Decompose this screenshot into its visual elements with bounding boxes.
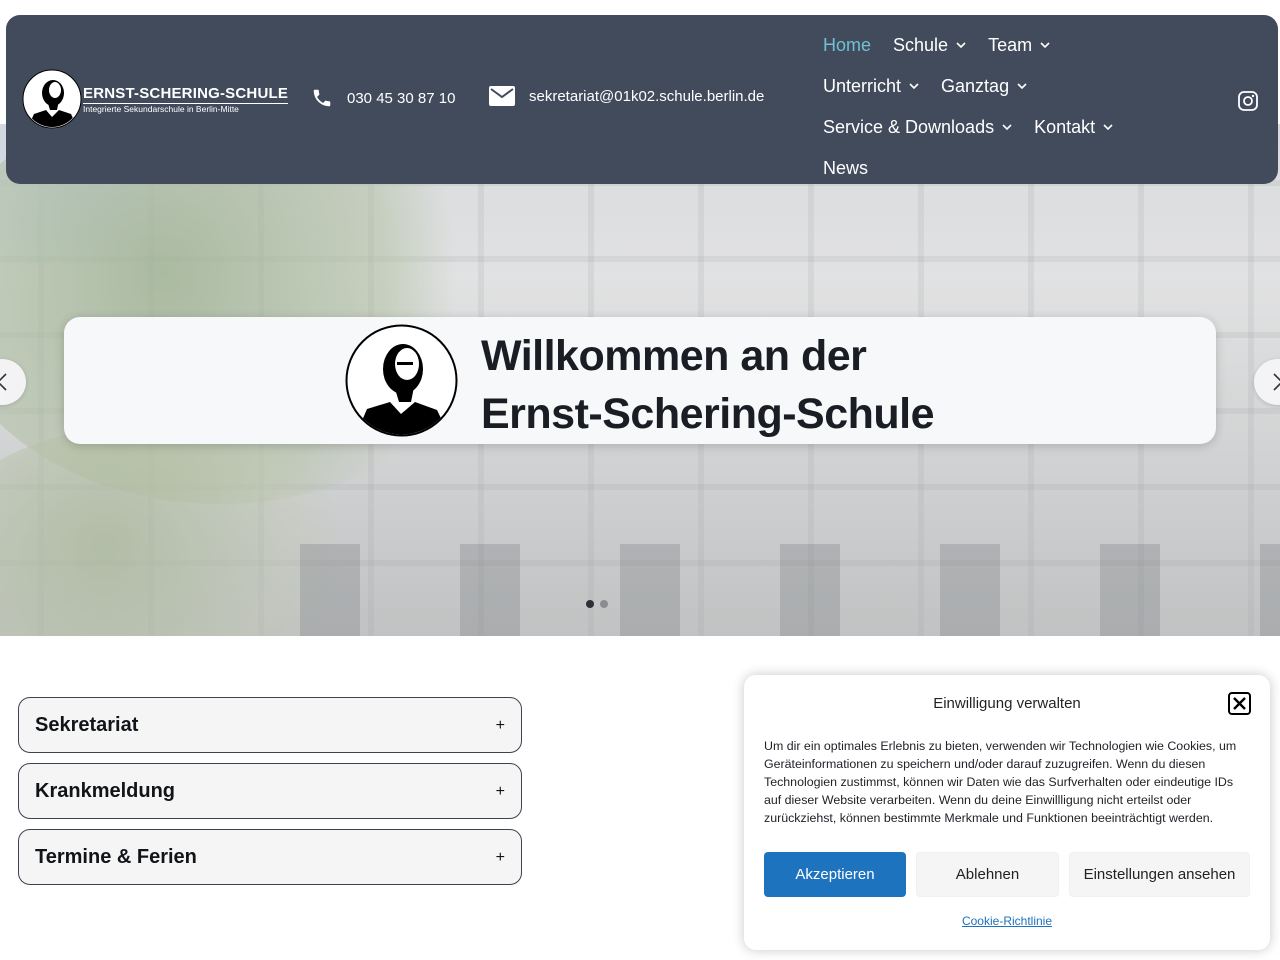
cookie-dialog-title: Einwilligung verwalten xyxy=(933,695,1081,712)
email-address: sekretariat@01k02.schule.berlin.de xyxy=(529,87,765,105)
logo-subtitle: Integrierte Sekundarschule in Berlin-Mit… xyxy=(83,104,239,114)
chevron-down-icon xyxy=(956,42,966,49)
nav-ganztag[interactable]: Ganztag xyxy=(941,76,1027,97)
header-email[interactable]: sekretariat@01k02.schule.berlin.de xyxy=(489,86,764,106)
nav-service-downloads[interactable]: Service & Downloads xyxy=(823,117,1012,138)
schering-portrait-logo xyxy=(345,324,458,437)
chevron-left-icon xyxy=(0,373,7,391)
chevron-right-icon xyxy=(1273,373,1280,391)
header-phone[interactable]: 030 45 30 87 10 xyxy=(311,86,455,110)
nav-kontakt[interactable]: Kontakt xyxy=(1034,117,1113,138)
chevron-down-icon xyxy=(1103,124,1113,131)
logo-school-name: ERNST-SCHERING-SCHULE xyxy=(83,85,289,104)
accordion-label: Termine & Ferien xyxy=(35,845,197,868)
chevron-down-icon xyxy=(1040,42,1050,49)
slider-dot-2[interactable] xyxy=(600,600,608,608)
chevron-down-icon xyxy=(909,83,919,90)
accept-button[interactable]: Akzeptieren xyxy=(764,852,906,897)
slider-dots xyxy=(586,600,608,608)
nav-unterricht[interactable]: Unterricht xyxy=(823,76,919,97)
welcome-heading: Willkommen an der Ernst-Schering-Schule xyxy=(481,332,935,438)
schering-portrait-icon xyxy=(22,69,82,129)
phone-number: 030 45 30 87 10 xyxy=(347,89,456,107)
nav-news[interactable]: News xyxy=(823,158,868,179)
cookie-policy-link[interactable]: Cookie-Richtlinie xyxy=(744,914,1270,928)
plus-icon: + xyxy=(495,783,505,800)
envelope-icon xyxy=(489,86,515,106)
nav-team[interactable]: Team xyxy=(988,35,1050,56)
welcome-banner: Willkommen an der Ernst-Schering-Schule xyxy=(64,317,1216,444)
accordion-label: Sekretariat xyxy=(35,713,139,736)
nav-home[interactable]: Home xyxy=(823,35,871,56)
accordion-krankmeldung[interactable]: Krankmeldung + xyxy=(18,763,522,819)
phone-icon xyxy=(313,89,331,107)
cookie-dialog-text: Um dir ein optimales Erlebnis zu bieten,… xyxy=(764,739,1237,825)
site-header: ERNST-SCHERING-SCHULE Integrierte Sekund… xyxy=(6,15,1278,184)
plus-icon: + xyxy=(495,717,505,734)
plus-icon: + xyxy=(495,849,505,866)
view-preferences-button[interactable]: Einstellungen ansehen xyxy=(1069,852,1250,897)
instagram-icon[interactable] xyxy=(1238,91,1258,111)
site-logo[interactable]: ERNST-SCHERING-SCHULE Integrierte Sekund… xyxy=(22,69,289,131)
cookie-consent-dialog: Einwilligung verwalten Um dir ein optima… xyxy=(744,675,1270,950)
nav-schule[interactable]: Schule xyxy=(893,35,966,56)
close-icon[interactable] xyxy=(1228,692,1251,715)
chevron-down-icon xyxy=(1002,124,1012,131)
chevron-down-icon xyxy=(1017,83,1027,90)
accordion-label: Krankmeldung xyxy=(35,779,176,802)
accordion-sekretariat[interactable]: Sekretariat + xyxy=(18,697,522,753)
deny-button[interactable]: Ablehnen xyxy=(916,852,1059,897)
main-navigation: Home Schule Team Unterricht Ganztag Serv… xyxy=(823,25,1223,189)
slider-dot-1[interactable] xyxy=(586,600,594,608)
accordion-termine-ferien[interactable]: Termine & Ferien + xyxy=(18,829,522,885)
